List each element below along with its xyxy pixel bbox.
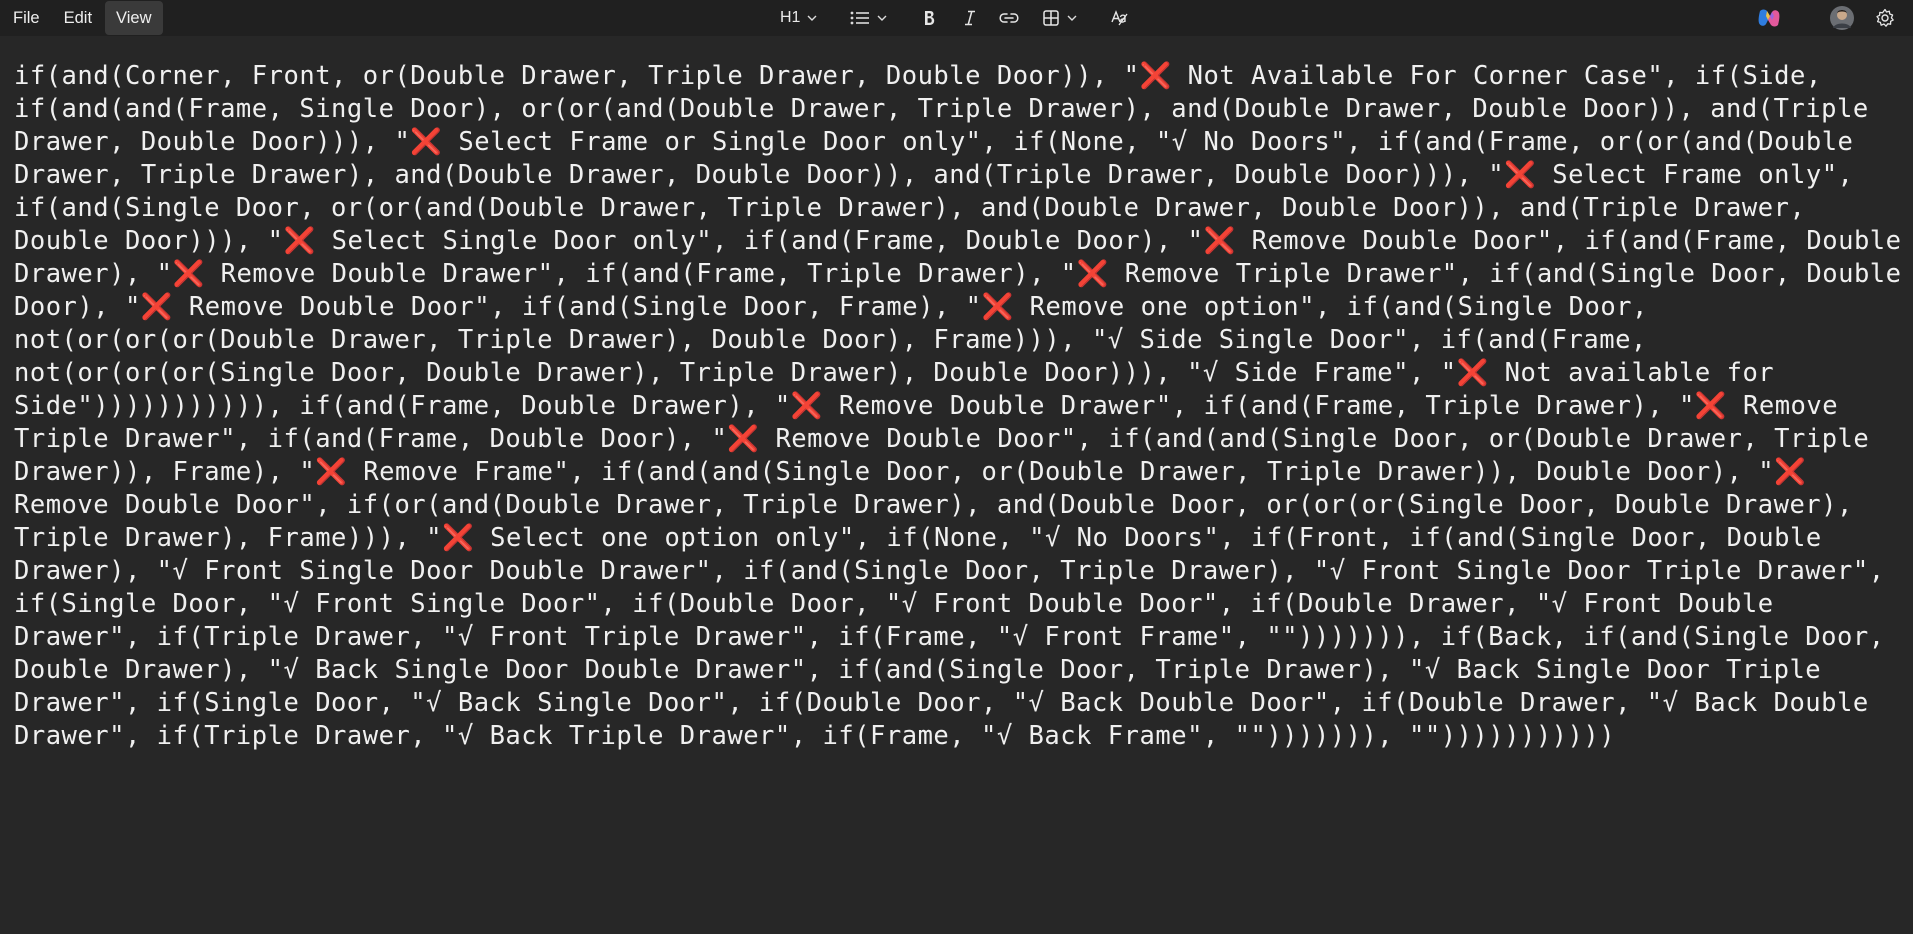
settings-button[interactable]	[1875, 0, 1895, 36]
chevron-down-icon	[1067, 15, 1077, 21]
spellcheck-button[interactable]	[1110, 0, 1130, 36]
table-dropdown[interactable]	[1042, 0, 1078, 36]
document-editor[interactable]: if(and(Corner, Front, or(Double Drawer, …	[14, 60, 1909, 753]
heading-level-label: H1	[780, 9, 801, 26]
avatar-button[interactable]	[1829, 0, 1855, 36]
italic-icon	[965, 10, 975, 26]
menu-bar: File Edit View	[0, 0, 163, 36]
italic-button[interactable]	[961, 0, 979, 36]
heading-dropdown-inner: H1	[780, 3, 818, 33]
table-dropdown-inner	[1042, 3, 1078, 33]
bold-button[interactable]	[920, 0, 938, 36]
heading-dropdown[interactable]: H1	[780, 0, 818, 36]
spellcheck-icon	[1111, 10, 1128, 26]
link-icon	[999, 13, 1019, 23]
copilot-button[interactable]	[1756, 0, 1782, 36]
menu-edit[interactable]: Edit	[53, 1, 103, 35]
bold-icon	[925, 11, 935, 25]
copilot-icon	[1758, 9, 1780, 27]
avatar	[1830, 6, 1854, 30]
list-icon	[850, 11, 869, 25]
settings-icon	[1876, 8, 1894, 27]
chevron-down-icon	[877, 15, 887, 21]
list-dropdown[interactable]	[850, 0, 888, 36]
menu-view[interactable]: View	[105, 1, 163, 35]
list-dropdown-inner	[850, 3, 888, 33]
menu-file[interactable]: File	[2, 1, 51, 35]
top-toolbar: File Edit View H1	[0, 0, 1913, 36]
chevron-down-icon	[807, 15, 817, 21]
notepad-window: File Edit View H1 if(and(Corner, Front, …	[0, 0, 1913, 934]
table-icon	[1043, 10, 1059, 26]
formula-text: if(and(Corner, Front, or(Double Drawer, …	[14, 61, 1902, 751]
link-button[interactable]	[998, 0, 1020, 36]
